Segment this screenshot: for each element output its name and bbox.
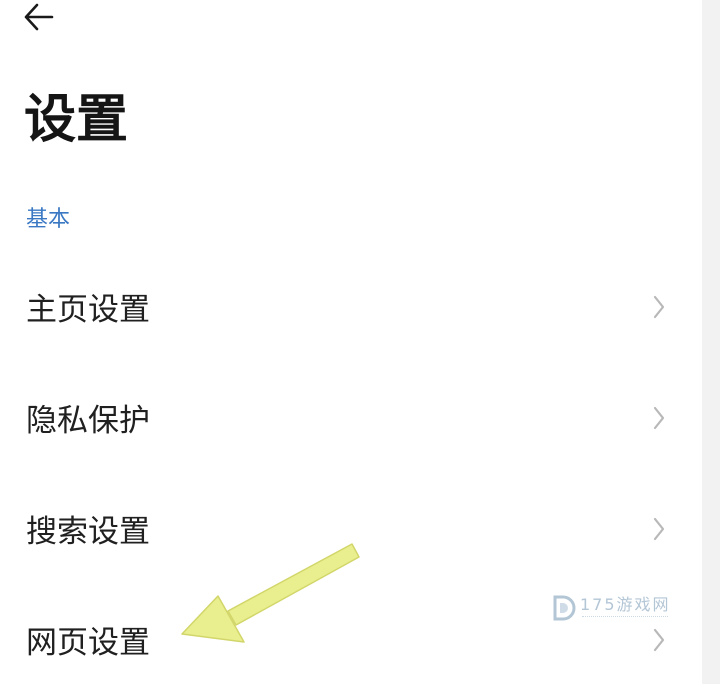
chevron-right-icon	[653, 406, 665, 430]
edge-strip	[702, 0, 720, 684]
d-logo-icon	[553, 595, 576, 621]
watermark-text: 175游戏网	[580, 595, 671, 614]
watermark: 175游戏网	[548, 590, 674, 630]
watermark-underline	[582, 616, 668, 620]
chevron-right-icon	[653, 517, 665, 541]
settings-screen: 设置 基本 主页设置 隐私保护 搜索设置 网页设置 175游戏网	[0, 0, 702, 684]
menu-item-privacy-protection[interactable]: 隐私保护	[0, 373, 702, 465]
arrow-left-icon	[24, 3, 54, 31]
menu-item-label: 网页设置	[26, 625, 150, 661]
page-title: 设置	[24, 90, 129, 150]
menu-item-label: 主页设置	[26, 292, 150, 328]
section-label-basic: 基本	[26, 207, 71, 232]
chevron-right-icon	[653, 295, 665, 319]
chevron-right-icon	[653, 628, 665, 652]
menu-item-label: 搜索设置	[26, 514, 150, 550]
back-button[interactable]	[18, 0, 58, 36]
menu-item-search-settings[interactable]: 搜索设置	[0, 484, 702, 576]
menu-item-homepage-settings[interactable]: 主页设置	[0, 262, 702, 354]
menu-item-label: 隐私保护	[26, 403, 150, 439]
